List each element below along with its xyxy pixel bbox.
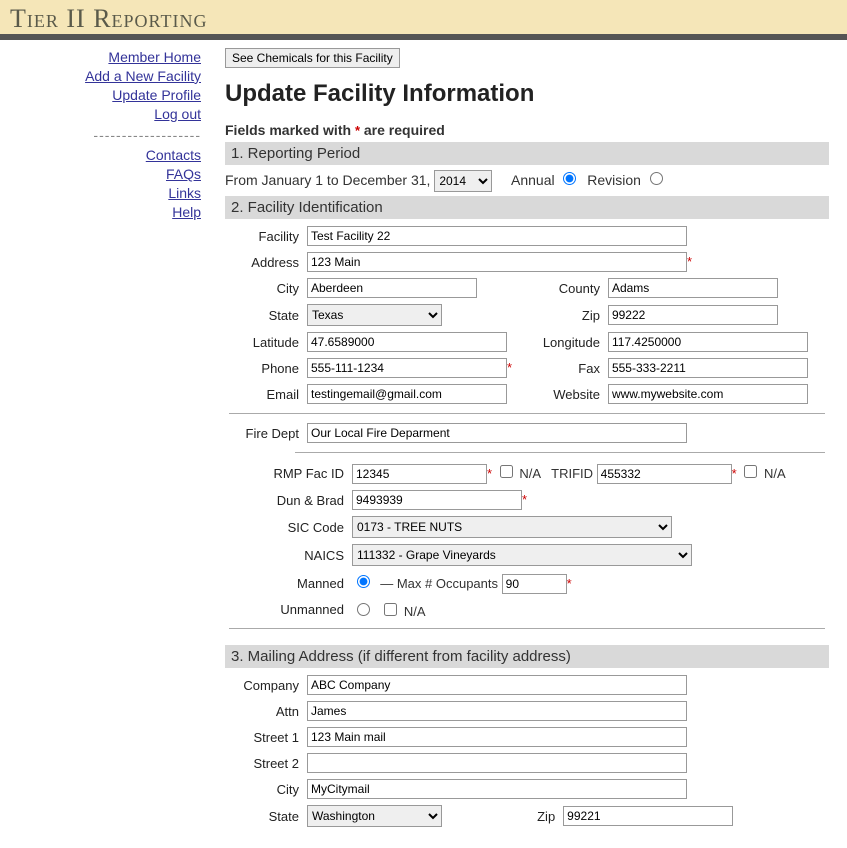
zip-input[interactable] bbox=[608, 305, 778, 325]
header-bar: Tier II Reporting bbox=[0, 0, 847, 40]
nav-add-facility[interactable]: Add a New Facility bbox=[6, 67, 201, 86]
zip-label: Zip bbox=[534, 301, 604, 329]
address-label: Address bbox=[225, 249, 303, 275]
year-select[interactable]: 2014 bbox=[434, 170, 492, 192]
sidebar: Member Home Add a New Facility Update Pr… bbox=[0, 40, 207, 848]
county-input[interactable] bbox=[608, 278, 778, 298]
city-label: City bbox=[225, 275, 303, 301]
reporting-period-row: From January 1 to December 31, 2014 Annu… bbox=[225, 165, 829, 196]
trifid-label: TRIFID bbox=[551, 466, 593, 481]
rmp-label: RMP Fac ID bbox=[225, 459, 348, 487]
section-3-header: 3. Mailing Address (if different from fa… bbox=[225, 645, 829, 668]
county-label: County bbox=[534, 275, 604, 301]
lat-label: Latitude bbox=[225, 329, 303, 355]
trifid-input[interactable] bbox=[597, 464, 732, 484]
app-title: Tier II Reporting bbox=[10, 4, 837, 34]
section-2-header: 2. Facility Identification bbox=[225, 196, 829, 219]
website-label: Website bbox=[534, 381, 604, 407]
annual-radio[interactable] bbox=[563, 172, 576, 185]
see-chemicals-button[interactable]: See Chemicals for this Facility bbox=[225, 48, 400, 68]
street1-label: Street 1 bbox=[225, 724, 303, 750]
required-note: Fields marked with * are required bbox=[225, 122, 829, 138]
page-title: Update Facility Information bbox=[225, 80, 829, 108]
mstate-select[interactable]: Washington bbox=[307, 805, 442, 827]
naics-select[interactable]: 111332 - Grape Vineyards bbox=[352, 544, 692, 566]
email-label: Email bbox=[225, 381, 303, 407]
unmanned-na-checkbox[interactable] bbox=[384, 603, 397, 616]
sic-select[interactable]: 0173 - TREE NUTS bbox=[352, 516, 672, 538]
sidebar-divider: ------------------- bbox=[6, 126, 201, 145]
city-input[interactable] bbox=[307, 278, 477, 298]
lon-label: Longitude bbox=[534, 329, 604, 355]
phone-label: Phone bbox=[225, 355, 303, 381]
street2-input[interactable] bbox=[307, 753, 687, 773]
street2-label: Street 2 bbox=[225, 750, 303, 776]
state-select[interactable]: Texas bbox=[307, 304, 442, 326]
naics-label: NAICS bbox=[225, 541, 348, 569]
nav-faqs[interactable]: FAQs bbox=[6, 165, 201, 184]
phone-input[interactable] bbox=[307, 358, 507, 378]
trifid-na-checkbox[interactable] bbox=[744, 465, 757, 478]
revision-label: Revision bbox=[587, 172, 641, 188]
state-label: State bbox=[225, 301, 303, 329]
main-content: See Chemicals for this Facility Update F… bbox=[207, 40, 847, 848]
company-input[interactable] bbox=[307, 675, 687, 695]
manned-label: Manned bbox=[225, 569, 348, 597]
firedept-input[interactable] bbox=[307, 423, 687, 443]
mcity-label: City bbox=[225, 776, 303, 802]
attn-label: Attn bbox=[225, 698, 303, 724]
mcity-input[interactable] bbox=[307, 779, 687, 799]
website-input[interactable] bbox=[608, 384, 808, 404]
rmp-input[interactable] bbox=[352, 464, 487, 484]
nav-contacts[interactable]: Contacts bbox=[6, 146, 201, 165]
nav-help[interactable]: Help bbox=[6, 203, 201, 222]
sic-label: SIC Code bbox=[225, 513, 348, 541]
manned-radio[interactable] bbox=[357, 575, 370, 588]
dunbrad-input[interactable] bbox=[352, 490, 522, 510]
firedept-label: Fire Dept bbox=[225, 420, 303, 446]
unmanned-label: Unmanned bbox=[225, 597, 348, 622]
section-1-header: 1. Reporting Period bbox=[225, 142, 829, 165]
mzip-label: Zip bbox=[520, 802, 559, 830]
nav-links[interactable]: Links bbox=[6, 184, 201, 203]
annual-label: Annual bbox=[511, 172, 555, 188]
lat-input[interactable] bbox=[307, 332, 507, 352]
company-label: Company bbox=[225, 672, 303, 698]
lon-input[interactable] bbox=[608, 332, 808, 352]
rmp-na-checkbox[interactable] bbox=[500, 465, 513, 478]
address-input[interactable] bbox=[307, 252, 687, 272]
fax-label: Fax bbox=[534, 355, 604, 381]
maxocc-label: — Max # Occupants bbox=[380, 576, 498, 591]
facility-label: Facility bbox=[225, 223, 303, 249]
dunbrad-label: Dun & Brad bbox=[225, 487, 348, 513]
attn-input[interactable] bbox=[307, 701, 687, 721]
fax-input[interactable] bbox=[608, 358, 808, 378]
nav-member-home[interactable]: Member Home bbox=[6, 48, 201, 67]
email-input[interactable] bbox=[307, 384, 507, 404]
nav-log-out[interactable]: Log out bbox=[6, 105, 201, 124]
revision-radio[interactable] bbox=[650, 172, 663, 185]
facility-input[interactable] bbox=[307, 226, 687, 246]
nav-update-profile[interactable]: Update Profile bbox=[6, 86, 201, 105]
street1-input[interactable] bbox=[307, 727, 687, 747]
unmanned-radio[interactable] bbox=[357, 603, 370, 616]
mstate-label: State bbox=[225, 802, 303, 830]
mzip-input[interactable] bbox=[563, 806, 733, 826]
maxocc-input[interactable] bbox=[502, 574, 567, 594]
